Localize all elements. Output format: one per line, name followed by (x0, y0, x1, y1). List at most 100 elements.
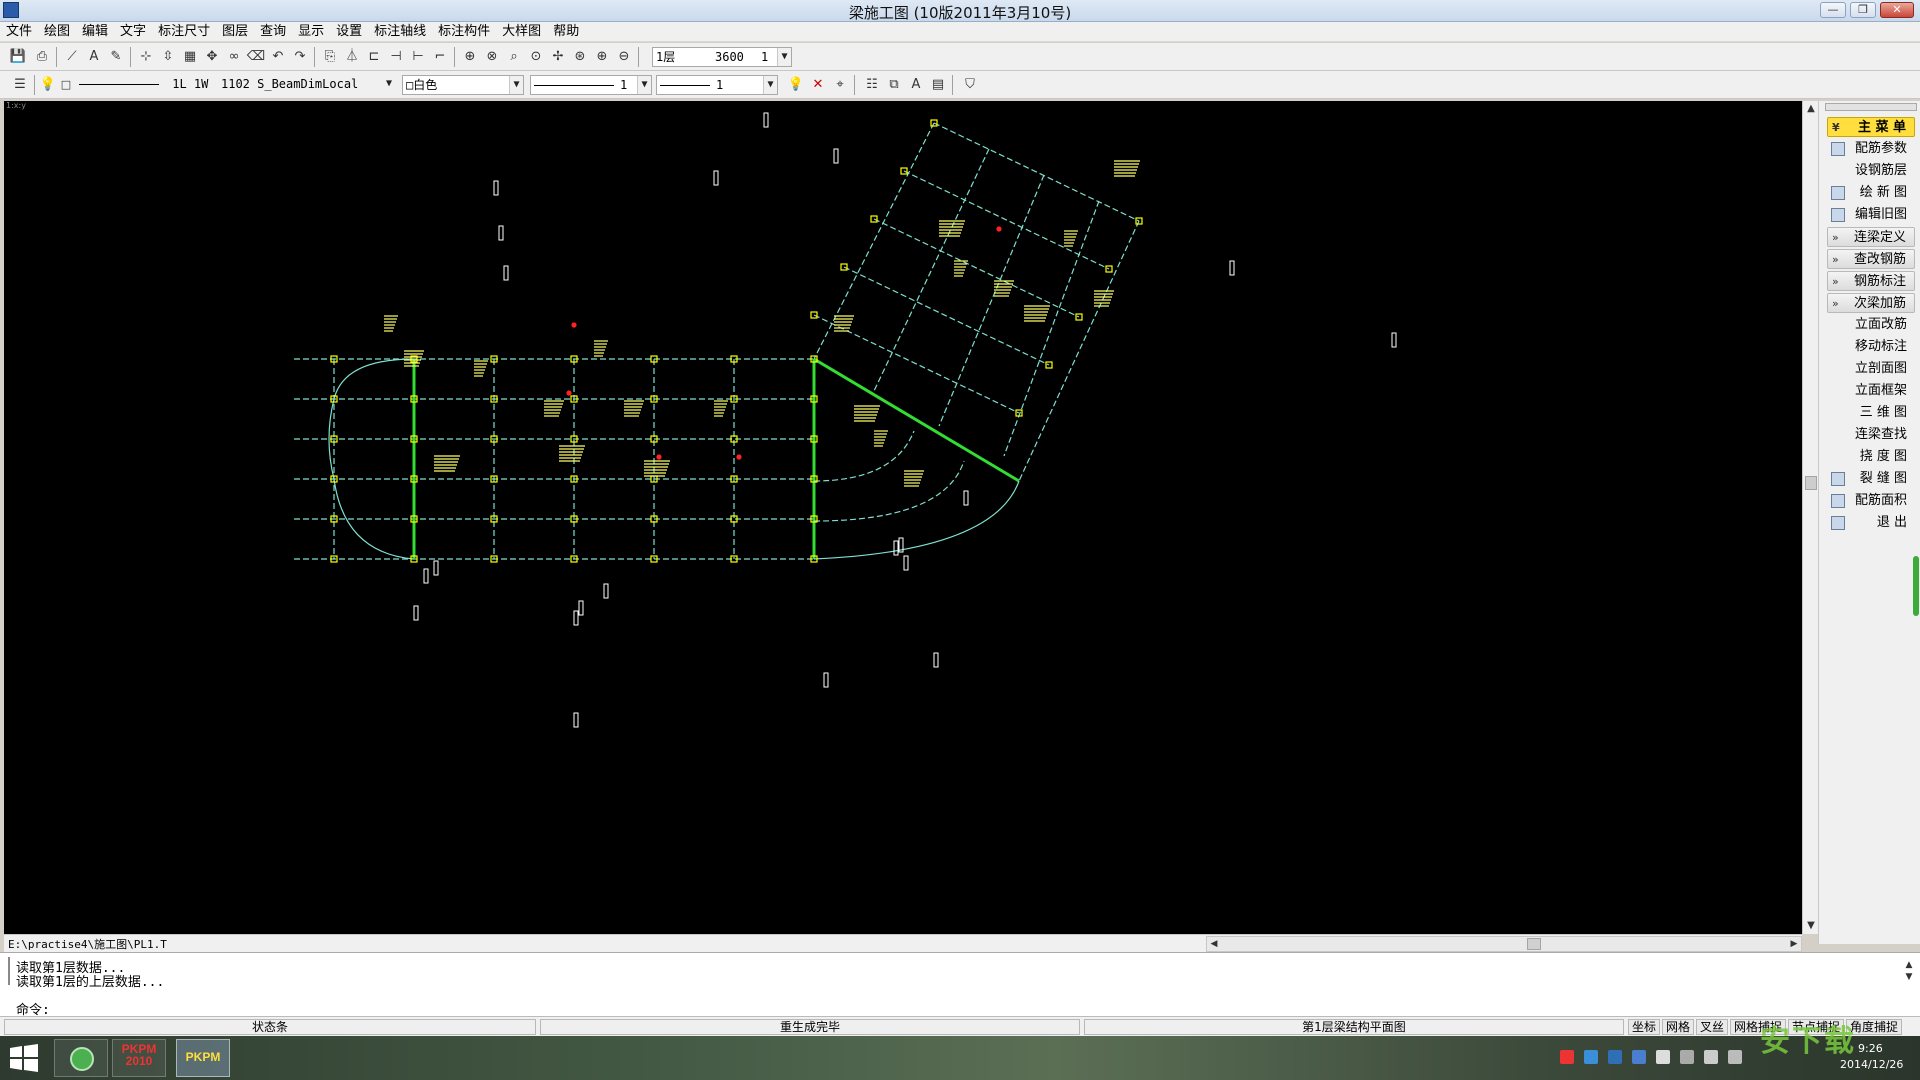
polyline-icon[interactable]: ⟋ (62, 47, 82, 67)
right-menu-item[interactable]: » 次梁加筋 (1827, 293, 1915, 313)
tray-network-icon[interactable] (1680, 1050, 1694, 1064)
floor-select[interactable]: 1层 3600 1 ▼ (652, 47, 792, 67)
vertical-scrollbar[interactable]: ▲ ▼ (1802, 101, 1818, 934)
tray-volume-icon[interactable] (1728, 1050, 1742, 1064)
linetype-select[interactable]: 1 ▼ (530, 75, 652, 95)
right-menu-item[interactable]: 退 出 (1827, 513, 1915, 533)
fillet-icon[interactable]: ⌐ (430, 47, 450, 67)
windows-start-icon[interactable] (6, 1040, 42, 1076)
menu-member-label[interactable]: 标注构件 (432, 22, 496, 42)
lightbulb-icon[interactable]: 💡 (38, 75, 58, 95)
move-icon[interactable]: ✥ (202, 47, 222, 67)
layer-stack-icon[interactable]: ⧉ (884, 75, 904, 95)
menu-draw[interactable]: 绘图 (38, 22, 76, 42)
tray-antivirus-icon[interactable] (1632, 1050, 1646, 1064)
layer-on-icon[interactable]: 💡 (786, 75, 806, 95)
undo-icon[interactable]: ↶ (268, 47, 288, 67)
scroll-left-icon[interactable]: ◀ (1207, 937, 1221, 951)
panel-scroll-indicator[interactable] (1913, 556, 1919, 616)
layer-list-icon[interactable]: ☷ (862, 75, 882, 95)
maximize-button[interactable]: ❐ (1850, 2, 1876, 18)
layer-state-icon[interactable]: ▤ (928, 75, 948, 95)
zoom-realtime-icon[interactable]: ⌕ (504, 47, 524, 67)
menu-layer[interactable]: 图层 (216, 22, 254, 42)
horizontal-scroll-thumb[interactable] (1527, 938, 1541, 950)
toggle-crosshair[interactable]: 叉丝 (1696, 1019, 1729, 1035)
beam-plan-drawing[interactable] (4, 101, 1802, 934)
command-input[interactable] (52, 999, 1892, 1015)
close-button[interactable]: ✕ (1880, 2, 1914, 18)
chevron-down-icon[interactable]: ▼ (509, 76, 523, 94)
menu-edit[interactable]: 编辑 (76, 22, 114, 42)
tray-bird-icon[interactable] (1584, 1050, 1598, 1064)
text-style-icon[interactable]: A (84, 47, 104, 67)
save-icon[interactable]: 💾 (8, 47, 28, 67)
right-menu-item[interactable]: » 连梁定义 (1827, 227, 1915, 247)
clock-time[interactable]: 9:26 (1858, 1042, 1883, 1055)
pencil-icon[interactable]: ✎ (106, 47, 126, 67)
tray-flag-icon[interactable] (1656, 1050, 1670, 1064)
linewidth-select[interactable]: 1 ▼ (656, 75, 778, 95)
chevron-down-icon[interactable]: ▼ (637, 76, 651, 94)
horizontal-scrollbar[interactable]: ◀ ▶ (1206, 936, 1802, 952)
offset-icon[interactable]: ⊏ (364, 47, 384, 67)
menu-help[interactable]: 帮助 (547, 22, 585, 42)
drawing-canvas[interactable]: 1:x:y (4, 101, 1802, 934)
right-menu-item[interactable]: 移动标注 (1827, 337, 1915, 357)
menu-query[interactable]: 查询 (254, 22, 292, 42)
taskbar-pkpm[interactable]: PKPM (176, 1039, 230, 1077)
zoom-out-icon[interactable]: ⊖ (614, 47, 634, 67)
right-menu-item[interactable]: 裂 缝 图 (1827, 469, 1915, 489)
layer-lock-icon[interactable]: ⌖ (830, 75, 850, 95)
color-select[interactable]: □白色 ▼ (402, 75, 524, 95)
taskbar-pkpm2010[interactable]: PKPM 2010 (112, 1039, 166, 1077)
right-menu-item[interactable]: 绘 新 图 (1827, 183, 1915, 203)
extend-icon[interactable]: ⊢ (408, 47, 428, 67)
zoom-window-icon[interactable]: ⊕ (460, 47, 480, 67)
menu-display[interactable]: 显示 (292, 22, 330, 42)
vertical-move-icon[interactable]: ⇳ (158, 47, 178, 67)
right-menu-item[interactable]: » 查改钢筋 (1827, 249, 1915, 269)
layer-manager-icon[interactable]: ☰ (10, 75, 30, 95)
menu-axis-label[interactable]: 标注轴线 (368, 22, 432, 42)
tray-user-icon[interactable] (1560, 1050, 1574, 1064)
zoom-extents-icon[interactable]: ⊙ (526, 47, 546, 67)
right-menu-item[interactable]: 连梁查找 (1827, 425, 1915, 445)
chevron-down-icon[interactable]: ▼ (763, 76, 777, 94)
point-icon[interactable]: ⊹ (136, 47, 156, 67)
vertical-scroll-thumb[interactable] (1805, 476, 1817, 490)
menu-detail[interactable]: 大样图 (496, 22, 547, 42)
menu-settings[interactable]: 设置 (330, 22, 368, 42)
copy-icon[interactable]: ⎘ (320, 47, 340, 67)
link-icon[interactable]: ∞ (224, 47, 244, 67)
right-menu-item[interactable]: 编辑旧图 (1827, 205, 1915, 225)
tray-signal-icon[interactable] (1704, 1050, 1718, 1064)
scroll-up-icon[interactable]: ▲ (1803, 101, 1819, 117)
panel-grip[interactable] (1825, 103, 1917, 111)
zoom-all-icon[interactable]: ⊛ (570, 47, 590, 67)
chevron-down-icon[interactable]: ▼ (777, 48, 791, 66)
right-menu-item[interactable]: 立剖面图 (1827, 359, 1915, 379)
right-menu-item[interactable]: 立面框架 (1827, 381, 1915, 401)
layer-color-swatch-icon[interactable]: □ (56, 75, 76, 95)
menu-text[interactable]: 文字 (114, 22, 152, 42)
right-menu-item[interactable]: 立面改筋 (1827, 315, 1915, 335)
redo-icon[interactable]: ↷ (290, 47, 310, 67)
mirror-icon[interactable]: ⏃ (342, 47, 362, 67)
print-icon[interactable]: ⎙ (32, 47, 52, 67)
command-scroll-arrows[interactable]: ▲ ▼ (1904, 959, 1914, 993)
toggle-coordinates[interactable]: 坐标 (1628, 1019, 1661, 1035)
zoom-in-icon[interactable]: ⊕ (592, 47, 612, 67)
zoom-previous-icon[interactable]: ⊗ (482, 47, 502, 67)
erase-icon[interactable]: ⌫ (246, 47, 266, 67)
pan-icon[interactable]: ✢ (548, 47, 568, 67)
toggle-grid[interactable]: 网格 (1662, 1019, 1695, 1035)
right-menu-item[interactable]: 配筋面积 (1827, 491, 1915, 511)
main-menu-button[interactable]: ¥ 主 菜 单 (1827, 117, 1915, 137)
tray-shield-icon[interactable] (1608, 1050, 1622, 1064)
right-menu-item[interactable]: 挠 度 图 (1827, 447, 1915, 467)
trim-icon[interactable]: ⊣ (386, 47, 406, 67)
scroll-right-icon[interactable]: ▶ (1787, 937, 1801, 951)
scroll-down-icon[interactable]: ▼ (1803, 918, 1819, 934)
layer-off-icon[interactable]: ✕ (808, 75, 828, 95)
